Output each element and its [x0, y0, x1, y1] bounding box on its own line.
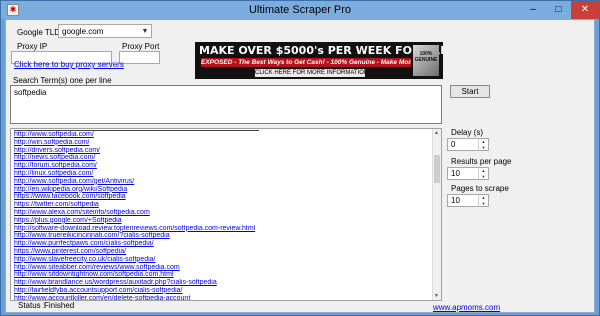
result-link[interactable]: http://news.softpedia.com/	[14, 154, 431, 162]
footer-link[interactable]: www.apmoms.com	[433, 303, 500, 312]
result-link[interactable]: http://drivers.softpedia.com/	[14, 147, 431, 155]
result-link[interactable]: http://win.softpedia.com/	[14, 139, 431, 147]
scroll-down-icon[interactable]: ▼	[432, 292, 441, 300]
banner-subline: EXPOSED - The Best Ways to Get Cash! - 1…	[201, 58, 411, 67]
result-link[interactable]: https://www.facebook.com/softpedia	[14, 193, 431, 201]
start-button[interactable]: Start	[450, 85, 490, 98]
close-button[interactable]: ✕	[571, 1, 599, 19]
delay-value: 0	[451, 140, 456, 149]
result-link[interactable]: http://www.softpedia.com/	[14, 131, 431, 139]
result-link[interactable]: http://en.wikipedia.org/wiki/Softpedia	[14, 186, 431, 194]
result-link[interactable]: https://www.pinterest.com/softpedia/	[14, 248, 431, 256]
proxy-ip-label: Proxy IP	[17, 42, 48, 51]
result-link[interactable]: http://fairfieldfyba.accountsupport.com/…	[14, 287, 431, 295]
results-scrollbar[interactable]: ▲ ▼	[432, 129, 441, 300]
banner-cta: CLICK HERE FOR MORE INFORMATION	[255, 69, 365, 77]
result-link[interactable]: http://www.siteabber.com/reviews/www.sof…	[14, 264, 431, 272]
client-area: Google TLD : google.com ▼ Proxy IP Proxy…	[5, 19, 595, 313]
result-link[interactable]: https://plus.google.com/+Softpedia	[14, 217, 431, 225]
banner-product-box: 100% GENUINE	[413, 45, 439, 76]
proxy-port-input[interactable]	[119, 51, 160, 64]
app-window: ✱ Ultimate Scraper Pro ‒ □ ✕ Google TLD …	[0, 0, 600, 316]
title-bar[interactable]: ✱ Ultimate Scraper Pro ‒ □ ✕	[1, 1, 599, 19]
buy-proxy-link[interactable]: Click here to buy proxy servers	[14, 60, 124, 69]
ad-banner[interactable]: MAKE OVER $5000's PER WEEK FOR FREE! EXP…	[195, 42, 443, 79]
pages-to-scrape-value: 10	[451, 196, 460, 205]
result-link[interactable]: http://software-download.review.toptenre…	[14, 225, 431, 233]
stepper-arrows-icon[interactable]: ▲ ▼	[478, 168, 488, 179]
proxy-port-label: Proxy Port	[122, 42, 160, 51]
results-list[interactable]: http://www.softpedia.com/http://win.soft…	[10, 128, 442, 301]
stepper-arrows-icon[interactable]: ▲ ▼	[478, 195, 488, 206]
result-link[interactable]: http://www.softpedia.com/get/Antivirus/	[14, 178, 431, 186]
stepper-arrows-icon[interactable]: ▲ ▼	[478, 139, 488, 150]
result-link[interactable]: http://www.sitdowntightnow.com/softpedia…	[14, 271, 431, 279]
scroll-thumb[interactable]	[434, 155, 440, 183]
search-terms-label: Search Term(s) one per line	[13, 76, 112, 85]
result-link[interactable]: http://www.slavefreecity.co.uk/cialis-so…	[14, 256, 431, 264]
results-rows: http://www.softpedia.com/http://win.soft…	[14, 131, 431, 300]
google-tld-select[interactable]: google.com ▼	[58, 24, 152, 38]
maximize-button[interactable]: □	[546, 1, 571, 19]
result-link[interactable]: http://www.brandlance.us/wordpress/auxit…	[14, 279, 431, 287]
delay-stepper[interactable]: 0 ▲ ▼	[447, 138, 489, 151]
result-link[interactable]: http://forum.softpedia.com/	[14, 162, 431, 170]
google-tld-value: google.com	[62, 27, 104, 36]
search-terms-textarea[interactable]: softpedia	[10, 85, 442, 124]
delay-label: Delay (s)	[451, 128, 484, 137]
result-link[interactable]: http://www.accountkiller.com/en/delete-s…	[14, 295, 431, 300]
results-per-page-label: Results per page	[451, 157, 512, 166]
results-per-page-stepper[interactable]: 10 ▲ ▼	[447, 167, 489, 180]
result-link[interactable]: http://www.alexa.com/siteinfo/softpedia.…	[14, 209, 431, 217]
results-per-page-value: 10	[451, 169, 460, 178]
pages-to-scrape-stepper[interactable]: 10 ▲ ▼	[447, 194, 489, 207]
scroll-up-icon[interactable]: ▲	[432, 129, 441, 137]
result-link[interactable]: http://www.truereikicincinnati.com/?cial…	[14, 232, 431, 240]
minimize-button[interactable]: ‒	[520, 1, 546, 19]
window-title: Ultimate Scraper Pro	[248, 4, 352, 16]
chevron-down-icon: ▼	[141, 28, 149, 35]
result-link[interactable]: http://www.purrfectpaws.com/cialis-softp…	[14, 240, 431, 248]
banner-headline: MAKE OVER $5000's PER WEEK FOR FREE!	[199, 44, 443, 57]
status-value: Finished	[44, 301, 75, 310]
pages-to-scrape-label: Pages to scrape	[451, 184, 509, 193]
result-link[interactable]: https://twitter.com/softpedia	[14, 201, 431, 209]
result-link[interactable]: http://linux.softpedia.com/	[14, 170, 431, 178]
status-label: Status :	[18, 301, 46, 310]
